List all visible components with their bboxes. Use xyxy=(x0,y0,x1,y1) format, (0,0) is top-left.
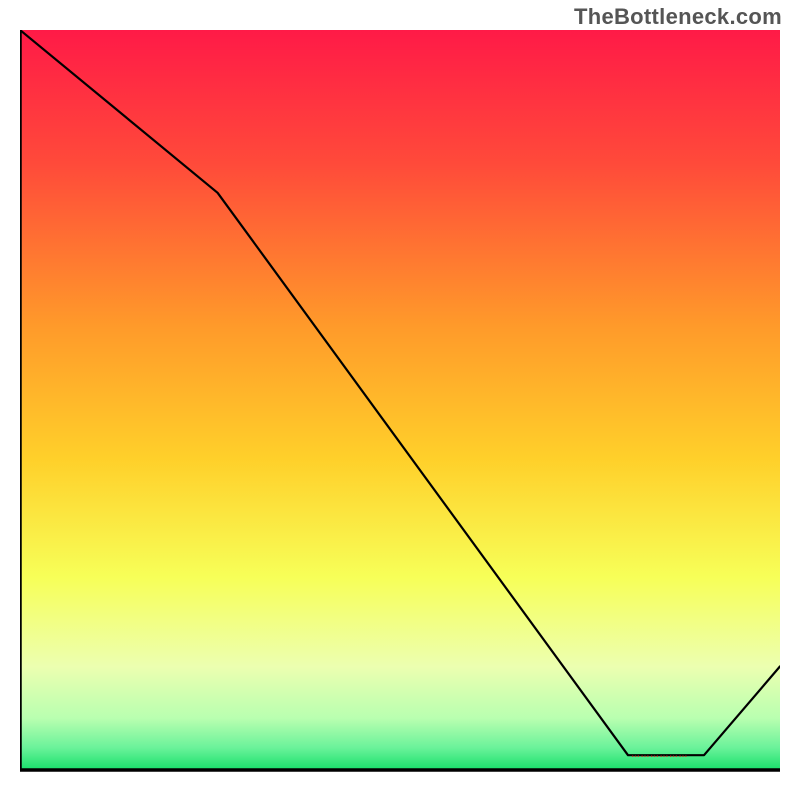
plot-area: ……………… xyxy=(20,30,780,790)
chart-svg xyxy=(20,30,780,790)
attribution-text: TheBottleneck.com xyxy=(574,4,782,30)
gradient-background xyxy=(20,30,780,770)
